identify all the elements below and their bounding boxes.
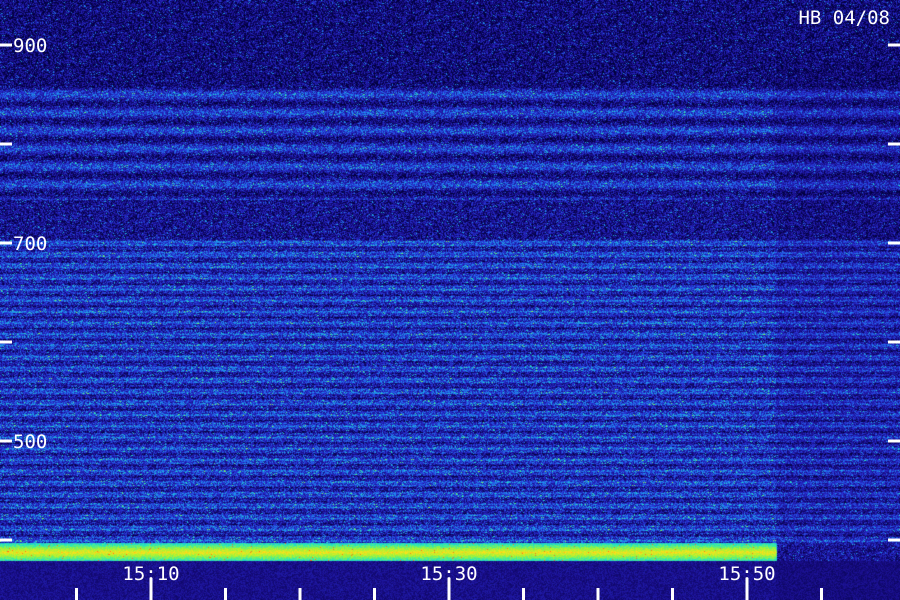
x-tick-label: 15:10	[122, 563, 179, 585]
y-tick-label: 900	[13, 35, 47, 57]
x-tick-label: 15:30	[420, 563, 477, 585]
x-axis: 15:10 15:30 15:50	[75, 563, 823, 600]
y-tick-label: 500	[13, 431, 47, 453]
chart-overlay: 900 700 500 15:10 15:30 15:50 HB 04/08	[0, 7, 900, 600]
y-tick-label: 700	[13, 233, 47, 255]
x-tick-label: 15:50	[718, 563, 775, 585]
y-axis: 900 700 500	[0, 35, 900, 542]
chart-title: HB 04/08	[798, 7, 890, 29]
